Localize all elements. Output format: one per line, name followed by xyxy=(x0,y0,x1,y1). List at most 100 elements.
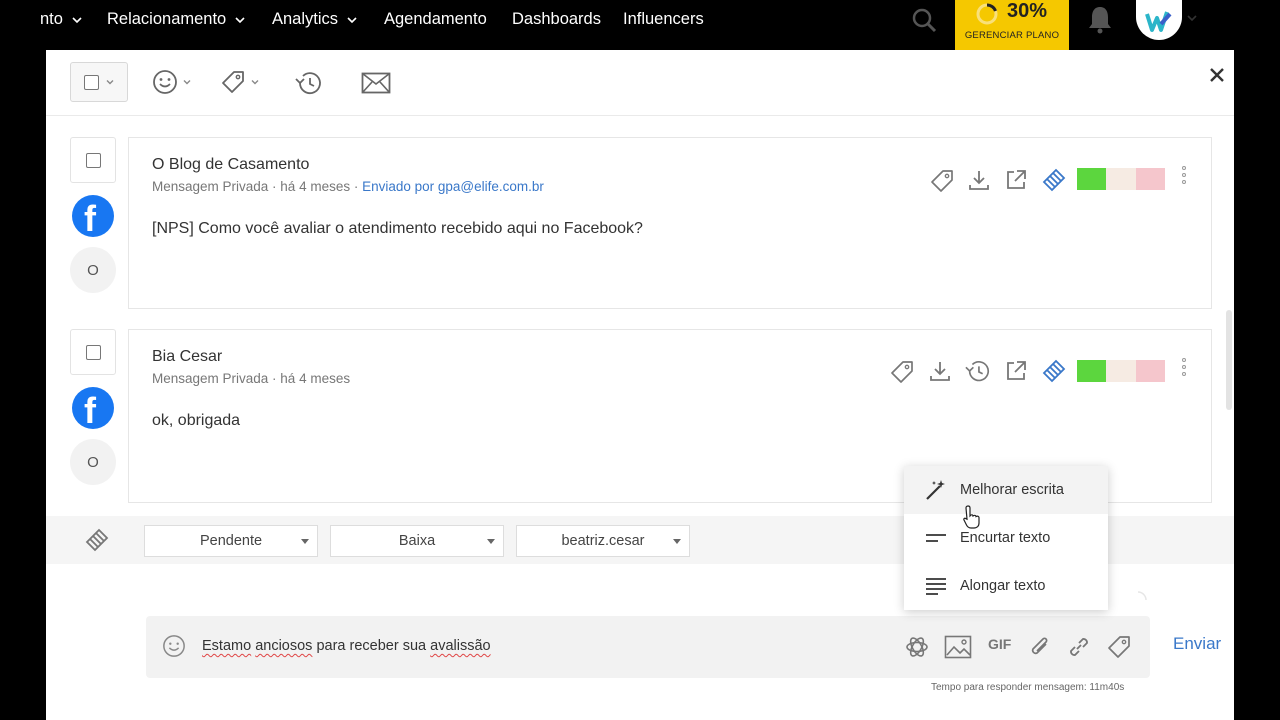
chevron-down-icon xyxy=(106,80,113,85)
nav-item-agendamento[interactable]: Agendamento xyxy=(384,10,487,29)
email-icon[interactable] xyxy=(361,72,391,94)
menu-item-label: Melhorar escrita xyxy=(960,482,1064,498)
avatar-initial: O xyxy=(70,247,116,293)
hand-cursor-icon xyxy=(963,505,980,529)
dropdown-arrow-icon xyxy=(673,539,681,544)
user-avatar[interactable] xyxy=(1136,0,1182,40)
avatar-initial: O xyxy=(70,439,116,485)
bell-icon[interactable] xyxy=(1086,4,1114,34)
sentiment-selector[interactable] xyxy=(1077,360,1165,382)
dropdown-arrow-icon xyxy=(487,539,495,544)
plan-percent: 30% xyxy=(1007,0,1048,22)
message-author: Bia Cesar xyxy=(152,348,223,365)
message-body: ok, obrigada xyxy=(152,412,241,429)
nav-item-atendimento[interactable]: nto xyxy=(40,10,83,29)
message-select-box[interactable] xyxy=(70,329,116,375)
nav-item-label: Relacionamento xyxy=(107,10,227,28)
panel-toolbar xyxy=(46,50,1234,116)
nav-item-analytics[interactable]: Analytics xyxy=(272,10,358,29)
message-checkbox[interactable] xyxy=(85,344,101,360)
facebook-icon: f xyxy=(72,195,114,239)
misspelled-word: avalissão xyxy=(430,638,491,654)
bulk-select-dropdown[interactable] xyxy=(70,62,128,102)
external-link-icon[interactable] xyxy=(1004,168,1028,192)
sentiment-button[interactable] xyxy=(152,69,192,95)
history-icon[interactable] xyxy=(964,358,992,384)
menu-item-shorten-text[interactable]: Encurtar texto xyxy=(904,514,1108,562)
ticket-icon[interactable] xyxy=(84,527,110,553)
message-meta-text: Mensagem Privada · há 4 meses · xyxy=(152,179,359,194)
chevron-down-icon xyxy=(72,16,82,23)
priority-dropdown[interactable]: Baixa xyxy=(330,525,504,557)
ticket-icon[interactable] xyxy=(1041,167,1067,193)
message-select-box[interactable] xyxy=(70,137,116,183)
download-icon[interactable] xyxy=(967,168,991,192)
chevron-down-icon xyxy=(235,16,245,23)
sentiment-negative[interactable] xyxy=(1135,168,1165,190)
chevron-down-icon xyxy=(251,80,259,85)
short-text-icon xyxy=(926,534,946,542)
sentiment-positive[interactable] xyxy=(1077,360,1107,382)
sentiment-neutral[interactable] xyxy=(1106,168,1136,190)
more-options-icon[interactable] xyxy=(1182,166,1186,187)
facebook-icon: f xyxy=(72,387,114,431)
compose-text-segment: para receber sua xyxy=(312,638,431,654)
status-dropdown[interactable]: Pendente xyxy=(144,525,318,557)
message-input[interactable]: Estamo anciosos para receber sua avaliss… xyxy=(202,638,491,654)
loading-spinner-icon xyxy=(1137,591,1147,601)
scrollbar[interactable] xyxy=(1226,310,1232,410)
chevron-down-icon[interactable] xyxy=(1186,12,1198,24)
search-icon[interactable] xyxy=(910,6,938,34)
nav-item-label: Dashboards xyxy=(512,10,601,28)
bulk-select-checkbox[interactable] xyxy=(83,74,99,90)
assignee-value: beatriz.cesar xyxy=(561,533,645,549)
top-navigation: nto Relacionamento Analytics Agendamento… xyxy=(0,0,1280,60)
nav-item-label: Analytics xyxy=(272,10,339,28)
ai-assistant-icon[interactable] xyxy=(904,634,930,660)
close-icon[interactable] xyxy=(1208,66,1226,84)
attachment-icon[interactable] xyxy=(1028,634,1052,660)
compose-box[interactable]: Estamo anciosos para receber sua avaliss… xyxy=(146,616,1150,678)
smiley-icon xyxy=(153,70,177,94)
sentiment-positive[interactable] xyxy=(1077,168,1107,190)
chevron-down-icon xyxy=(347,16,357,23)
sentiment-negative[interactable] xyxy=(1135,360,1165,382)
misspelled-word: anciosos xyxy=(255,638,313,654)
tag-icon[interactable] xyxy=(929,168,955,194)
nav-item-relacionamento[interactable]: Relacionamento xyxy=(107,10,246,29)
tag-icon[interactable] xyxy=(889,359,915,385)
long-text-icon xyxy=(926,578,946,595)
send-button[interactable]: Enviar xyxy=(1173,634,1221,654)
conversation-panel: f O O Blog de Casamento Mensagem Privada… xyxy=(46,50,1234,720)
download-icon[interactable] xyxy=(928,359,952,383)
tag-icon xyxy=(222,71,244,93)
assignee-dropdown[interactable]: beatriz.cesar xyxy=(516,525,690,557)
sent-by-link[interactable]: Enviado por gpa@elife.com.br xyxy=(362,179,544,194)
sentiment-neutral[interactable] xyxy=(1106,360,1136,382)
history-icon[interactable] xyxy=(294,69,324,97)
tag-icon[interactable] xyxy=(1106,634,1132,660)
ai-writing-menu: Melhorar escrita Encurtar texto Alongar … xyxy=(904,466,1108,610)
plan-label: GERENCIAR PLANO xyxy=(964,30,1060,41)
gif-button[interactable]: GIF xyxy=(988,636,1011,652)
emoji-icon[interactable] xyxy=(162,634,186,658)
menu-item-improve-writing[interactable]: Melhorar escrita xyxy=(904,466,1108,514)
menu-item-lengthen-text[interactable]: Alongar texto xyxy=(904,562,1108,610)
nav-item-dashboards[interactable]: Dashboards xyxy=(512,10,601,29)
message-body: [NPS] Como você avaliar o atendimento re… xyxy=(152,220,643,237)
external-link-icon[interactable] xyxy=(1004,359,1028,383)
link-icon[interactable] xyxy=(1066,634,1092,660)
message-card[interactable]: O Blog de Casamento Mensagem Privada · h… xyxy=(128,137,1212,309)
nav-item-label: Influencers xyxy=(623,10,704,28)
nav-item-label: nto xyxy=(40,10,63,28)
sentiment-selector[interactable] xyxy=(1077,168,1165,190)
nav-item-label: Agendamento xyxy=(384,10,487,28)
message-checkbox[interactable] xyxy=(85,152,101,168)
image-icon[interactable] xyxy=(944,635,972,659)
more-options-icon[interactable] xyxy=(1182,358,1186,379)
ticket-icon[interactable] xyxy=(1041,358,1067,384)
nav-item-influencers[interactable]: Influencers xyxy=(623,10,704,29)
menu-item-label: Alongar texto xyxy=(960,578,1046,594)
tag-button[interactable] xyxy=(220,69,260,95)
message-meta: Mensagem Privada · há 4 meses xyxy=(152,371,351,386)
